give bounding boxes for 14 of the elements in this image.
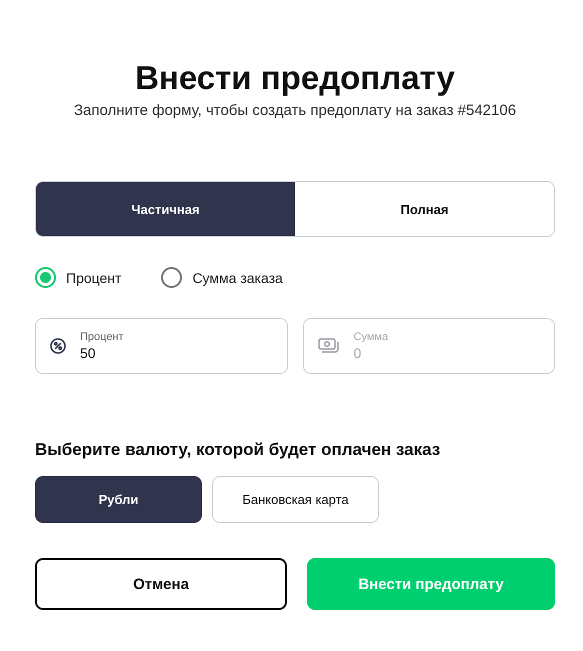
currency-option[interactable]: Рубли bbox=[35, 476, 202, 523]
radio-label[interactable]: Процент bbox=[66, 270, 122, 286]
payment-type-tab[interactable]: Частичная bbox=[36, 182, 295, 236]
cancel-button[interactable]: Отмена bbox=[35, 558, 287, 610]
input-field[interactable]: Процент 50 bbox=[35, 318, 288, 374]
currency-option[interactable]: Банковская карта bbox=[212, 476, 379, 523]
banknotes-icon bbox=[318, 338, 340, 354]
radio-button[interactable] bbox=[161, 267, 182, 288]
percent-icon bbox=[50, 338, 66, 354]
subtitle: Заполните форму, чтобы создать предоплату на заказ #542106 bbox=[72, 102, 518, 119]
dialog-title: Внести предоплату bbox=[134, 58, 456, 98]
radio-label[interactable]: Сумма заказа bbox=[192, 270, 283, 286]
radio-button[interactable] bbox=[35, 267, 56, 288]
currency-heading: Выберите валюту, которой будет оплачен заказ bbox=[35, 440, 442, 460]
